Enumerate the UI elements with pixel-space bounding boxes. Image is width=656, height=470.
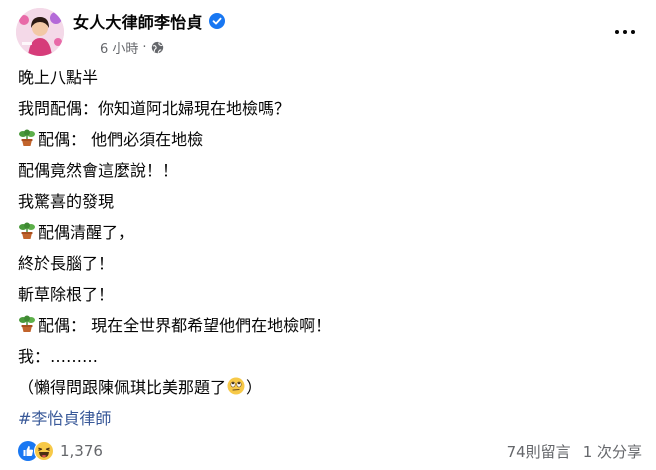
post-line-text: 配偶： 現在全世界都希望他們在地檢啊！ [38,315,332,335]
haha-reaction-icon [34,441,54,461]
more-dot [623,30,627,34]
author-name[interactable]: 女人大律師李怡貞 [73,9,203,33]
post-line-text: 配偶清醒了， [38,222,135,242]
engagement-stats: 74則留言 1 次分享 [507,441,642,462]
post-line-text: 我：……… [18,346,99,366]
more-dot [615,30,619,34]
author-avatar[interactable] [16,8,64,56]
more-options-button[interactable] [610,21,640,43]
post-text: 晚上八點半 我問配偶：你知道阿北婦現在地檢嗎？ 配偶： 他們必須在地檢 配偶竟然… [18,60,638,432]
verified-badge-icon [208,13,225,29]
post-line-text: 終於長腦了！ [18,253,115,273]
post-line-text: 晚上八點半 [18,67,99,87]
author-row: 女人大律師李怡貞 [73,9,225,33]
comments-count-link[interactable]: 74則留言 [507,441,571,462]
facebook-post: 女人大律師李怡貞 6 小時 · 晚上八點半 我問配偶：你知道阿北婦現在地檢嗎？ [0,0,656,470]
hashtag-link[interactable]: #李怡貞律師 [18,405,111,429]
post-line-text: 斬草除根了！ [18,284,115,304]
post-timestamp[interactable]: 6 小時 [100,38,138,57]
post-line-text: （懶得問跟陳佩琪比美那題了 [18,377,227,397]
post-line: 配偶： 他們必須在地檢 [18,122,638,153]
post-line: 終於長腦了！ [18,246,638,277]
post-line-text: 我驚喜的發現 [18,191,115,211]
post-line: 配偶竟然會這麼說！！ [18,153,638,184]
post-line: 我驚喜的發現 [18,184,638,215]
post-line-text: 配偶： 他們必須在地檢 [38,129,204,149]
reaction-icons [18,441,54,461]
post-line: 我：……… [18,339,638,370]
post-line: 斬草除根了！ [18,277,638,308]
post-line-text: ） [246,377,263,397]
shares-count-link[interactable]: 1 次分享 [583,441,642,462]
post-line: 晚上八點半 [18,60,638,91]
post-line: 我問配偶：你知道阿北婦現在地檢嗎？ [18,91,638,122]
post-line-text: 配偶竟然會這麼說！！ [18,160,179,180]
globe-icon[interactable] [151,41,164,54]
potted-plant-emoji-icon [18,222,36,240]
post-line: #李怡貞律師 [18,401,638,432]
post-line: 配偶： 現在全世界都希望他們在地檢啊！ [18,308,638,339]
potted-plant-emoji-icon [18,315,36,333]
post-line-text: 我問配偶：你知道阿北婦現在地檢嗎？ [18,98,291,118]
rolling-eyes-emoji-icon [227,377,245,395]
post-line: （懶得問跟陳佩琪比美那題了 ） [18,370,638,401]
reactions-summary[interactable]: 1,376 [18,441,103,461]
reaction-count: 1,376 [60,442,103,460]
post-line: 配偶清醒了， [18,215,638,246]
post-meta: 6 小時 · [100,38,164,57]
meta-separator: · [142,40,147,55]
potted-plant-emoji-icon [18,129,36,147]
more-dot [631,30,635,34]
